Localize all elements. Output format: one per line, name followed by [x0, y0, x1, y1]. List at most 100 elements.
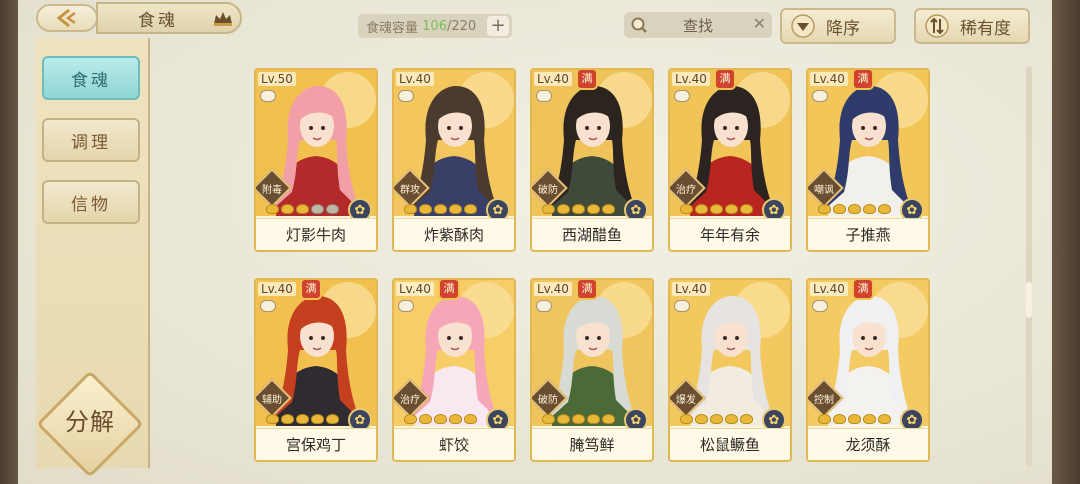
star-rating — [680, 204, 753, 216]
capacity-add-button[interactable]: + — [487, 16, 509, 36]
star-rating — [542, 204, 615, 216]
character-name: 灯影牛肉 — [256, 218, 376, 250]
star-rating — [266, 204, 339, 216]
sidebar-item-token[interactable]: 信物 — [42, 180, 140, 224]
level-label: Lv.40 — [534, 282, 572, 296]
star-icon — [695, 204, 708, 214]
capacity-label: 食魂容量 — [366, 20, 419, 36]
star-icon — [296, 204, 309, 214]
role-label: 辅助 — [262, 395, 282, 406]
swap-icon — [925, 14, 949, 38]
character-card[interactable]: Lv.40 群攻 ✿ 炸紫酥肉 — [392, 68, 516, 252]
frame-right — [1052, 0, 1080, 484]
character-name: 子推燕 — [808, 218, 928, 250]
dish-icon — [260, 300, 276, 312]
sidebar-item-soul[interactable]: 食魂 — [42, 56, 140, 100]
star-icon — [449, 414, 462, 424]
capacity-max: /220 — [446, 18, 477, 34]
star-rating — [818, 204, 891, 216]
star-rating — [542, 414, 615, 426]
star-icon — [878, 414, 891, 424]
role-label: 控制 — [814, 395, 834, 406]
character-name: 龙须酥 — [808, 428, 928, 460]
star-icon — [695, 414, 708, 424]
capacity-display: 食魂容量 106 /220 + — [358, 14, 512, 38]
page-title-tab: 食魂 — [96, 2, 242, 34]
star-icon — [266, 414, 279, 424]
decompose-label: 分解 — [65, 408, 115, 436]
search-clear-icon[interactable]: ✕ — [753, 14, 766, 33]
character-card[interactable]: Lv.40 满治疗 ✿ 年年有余 — [668, 68, 792, 252]
star-rating — [680, 414, 753, 426]
star-icon — [542, 204, 555, 214]
back-arrow-icon — [56, 8, 76, 28]
star-icon — [863, 414, 876, 424]
level-label: Lv.40 — [396, 282, 434, 296]
level-label: Lv.40 — [534, 72, 572, 86]
star-icon — [710, 414, 723, 424]
character-name: 虾饺 — [394, 428, 514, 460]
star-icon — [281, 204, 294, 214]
star-icon — [818, 414, 831, 424]
sort-down-icon — [791, 14, 815, 38]
level-label: Lv.40 — [672, 282, 710, 296]
star-icon — [557, 414, 570, 424]
character-card[interactable]: Lv.40 满破防 ✿ 腌笃鲜 — [530, 278, 654, 462]
dish-icon — [674, 300, 690, 312]
star-icon — [557, 204, 570, 214]
character-name: 炸紫酥肉 — [394, 218, 514, 250]
sort-descending-button[interactable]: 降序 — [780, 8, 896, 44]
sidebar-item-label: 食魂 — [71, 70, 111, 91]
star-icon — [404, 204, 417, 214]
max-level-badge: 满 — [716, 70, 734, 88]
star-icon — [419, 414, 432, 424]
star-icon — [266, 204, 279, 214]
star-icon — [863, 204, 876, 214]
star-icon — [311, 204, 324, 214]
star-icon — [434, 204, 447, 214]
level-label: Lv.40 — [810, 72, 848, 86]
max-level-badge: 满 — [578, 70, 596, 88]
dish-icon — [398, 300, 414, 312]
level-label: Lv.50 — [258, 72, 296, 86]
sort-descending-label: 降序 — [826, 18, 860, 39]
star-icon — [602, 414, 615, 424]
character-card[interactable]: Lv.40 满辅助 ✿ 宫保鸡丁 — [254, 278, 378, 462]
max-level-badge: 满 — [440, 280, 458, 298]
star-icon — [326, 204, 339, 214]
role-label: 爆发 — [676, 395, 696, 406]
star-icon — [848, 204, 861, 214]
character-card[interactable]: Lv.40 满嘲讽 ✿ 子推燕 — [806, 68, 930, 252]
max-level-badge: 满 — [854, 70, 872, 88]
star-icon — [404, 414, 417, 424]
scrollbar-thumb[interactable] — [1026, 282, 1032, 318]
star-icon — [587, 414, 600, 424]
star-icon — [419, 204, 432, 214]
back-button[interactable] — [36, 4, 98, 32]
character-card[interactable]: Lv.50 附毒 ✿ 灯影牛肉 — [254, 68, 378, 252]
character-card[interactable]: Lv.40 满治疗 ✿ 虾饺 — [392, 278, 516, 462]
scrollbar-track[interactable] — [1026, 66, 1032, 466]
star-icon — [572, 414, 585, 424]
frame-left — [0, 0, 18, 484]
star-icon — [587, 204, 600, 214]
sort-rarity-button[interactable]: 稀有度 — [914, 8, 1030, 44]
search-box[interactable]: 查找 ✕ — [624, 12, 772, 38]
star-icon — [725, 414, 738, 424]
search-icon — [631, 17, 647, 33]
star-rating — [266, 414, 339, 426]
star-icon — [464, 204, 477, 214]
character-card[interactable]: Lv.40 满控制 ✿ 龙须酥 — [806, 278, 930, 462]
level-label: Lv.40 — [810, 282, 848, 296]
character-card[interactable]: Lv.40 爆发 ✿ 松鼠鳜鱼 — [668, 278, 792, 462]
star-icon — [725, 204, 738, 214]
level-label: Lv.40 — [396, 72, 434, 86]
star-icon — [833, 414, 846, 424]
dish-icon — [674, 90, 690, 102]
character-name: 西湖醋鱼 — [532, 218, 652, 250]
star-icon — [602, 204, 615, 214]
character-card[interactable]: Lv.40 满破防 ✿ 西湖醋鱼 — [530, 68, 654, 252]
role-label: 附毒 — [262, 185, 282, 196]
star-icon — [740, 414, 753, 424]
sidebar-item-conditioning[interactable]: 调理 — [42, 118, 140, 162]
